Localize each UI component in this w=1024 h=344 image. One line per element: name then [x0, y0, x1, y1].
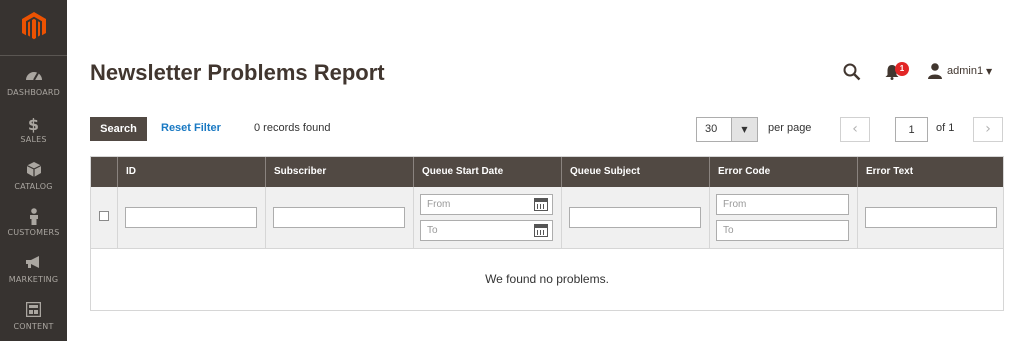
admin-sidebar: DASHBOARD $ SALES CATALOG CUSTOMERS MARK… — [0, 0, 67, 341]
filter-cell-subscriber — [265, 187, 413, 249]
megaphone-icon — [0, 255, 67, 275]
sidebar-item-sales[interactable]: $ SALES — [0, 111, 67, 157]
filter-cell-id — [117, 187, 265, 249]
column-header-id[interactable]: ID — [117, 157, 265, 187]
code-to-placeholder: To — [723, 225, 734, 236]
date-to-placeholder: To — [427, 225, 438, 236]
user-account-name[interactable]: admin1 — [947, 65, 983, 77]
layout-icon — [0, 301, 67, 322]
column-header-error-text[interactable]: Error Text — [857, 157, 1003, 187]
error-code-to-input[interactable]: To — [716, 220, 849, 241]
error-code-from-input[interactable]: From — [716, 194, 849, 215]
empty-grid-message: We found no problems. — [485, 272, 609, 286]
code-from-placeholder: From — [723, 199, 747, 210]
grid-header-row: ID Subscriber Queue Start Date Queue Sub… — [91, 157, 1003, 187]
per-page-value: 30 — [705, 123, 718, 135]
search-icon[interactable] — [843, 63, 861, 81]
select-all-checkbox[interactable] — [99, 211, 109, 221]
sidebar-item-label: CUSTOMERS — [7, 228, 60, 237]
dollar-icon: $ — [27, 115, 40, 134]
queue-subject-filter-input[interactable] — [569, 207, 701, 228]
sidebar-item-content[interactable]: CONTENT — [0, 298, 67, 344]
magento-logo[interactable] — [0, 0, 67, 52]
calendar-icon[interactable] — [534, 224, 548, 237]
filter-cell-error-code: From To — [709, 187, 857, 249]
sidebar-item-label: CATALOG — [14, 182, 53, 191]
error-text-filter-input[interactable] — [865, 207, 997, 228]
sidebar-item-label: MARKETING — [8, 275, 59, 284]
sidebar-item-label: CONTENT — [13, 322, 54, 331]
page-number-input[interactable] — [895, 117, 928, 142]
magento-logo-icon — [21, 12, 46, 40]
person-icon — [0, 208, 67, 228]
sidebar-item-marketing[interactable]: MARKETING — [0, 251, 67, 297]
reset-filter-link[interactable]: Reset Filter — [161, 122, 221, 134]
sidebar-item-label: DASHBOARD — [6, 88, 61, 97]
sidebar-item-label: SALES — [20, 135, 47, 144]
filter-cell-queue-start-date: From To — [413, 187, 561, 249]
calendar-icon[interactable] — [534, 198, 548, 211]
dashboard-icon — [0, 68, 67, 88]
per-page-label: per page — [768, 122, 812, 134]
sidebar-item-catalog[interactable]: CATALOG — [0, 158, 67, 204]
per-page-select[interactable]: 30 ▼ — [696, 117, 758, 142]
sidebar-item-dashboard[interactable]: DASHBOARD — [0, 64, 67, 110]
previous-page-button[interactable]: ‹ — [840, 117, 870, 142]
page-title: Newsletter Problems Report — [90, 60, 385, 85]
user-icon[interactable] — [928, 63, 942, 79]
filter-cell-select — [91, 187, 117, 249]
id-filter-input[interactable] — [125, 207, 257, 228]
column-header-subscriber[interactable]: Subscriber — [265, 157, 413, 187]
records-found-text: 0 records found — [254, 122, 331, 134]
sidebar-divider — [0, 55, 67, 56]
box-icon — [0, 162, 67, 182]
chevron-down-icon[interactable]: ▼ — [731, 118, 757, 141]
queue-start-date-from-input[interactable]: From — [420, 194, 553, 215]
queue-start-date-to-input[interactable]: To — [420, 220, 553, 241]
date-from-placeholder: From — [427, 199, 451, 210]
subscriber-filter-input[interactable] — [273, 207, 405, 228]
column-header-error-code[interactable]: Error Code — [709, 157, 857, 187]
filter-cell-error-text — [857, 187, 1003, 249]
problems-grid: ID Subscriber Queue Start Date Queue Sub… — [90, 156, 1004, 311]
notifications-count-badge[interactable]: 1 — [895, 62, 909, 76]
column-header-select — [91, 157, 117, 187]
chevron-down-icon[interactable]: ▼ — [986, 67, 992, 76]
filter-cell-queue-subject — [561, 187, 709, 249]
column-header-queue-subject[interactable]: Queue Subject — [561, 157, 709, 187]
column-header-queue-start-date[interactable]: Queue Start Date — [413, 157, 561, 187]
sidebar-item-customers[interactable]: CUSTOMERS — [0, 204, 67, 250]
page-count-label: of 1 — [936, 122, 955, 134]
search-button[interactable]: Search — [90, 117, 147, 141]
next-page-button[interactable]: › — [973, 117, 1003, 142]
grid-filter-row: From To From To — [91, 187, 1003, 249]
